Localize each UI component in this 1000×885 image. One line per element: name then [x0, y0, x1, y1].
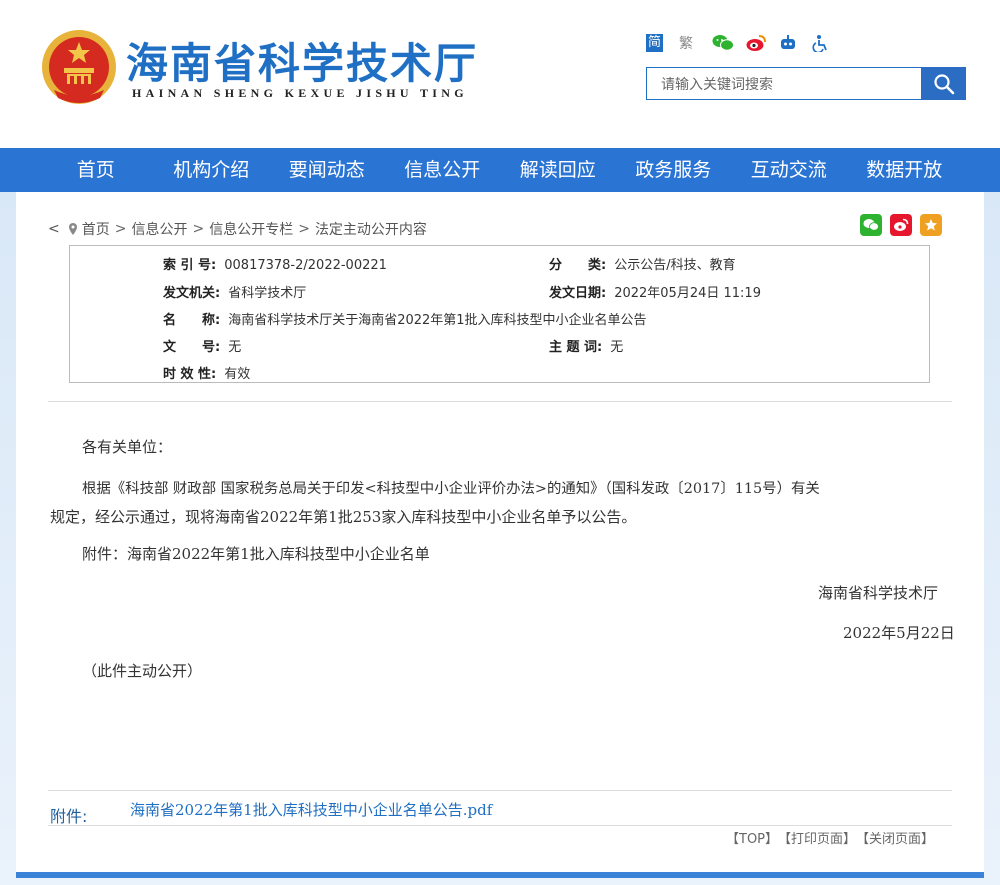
robot-icon[interactable]: [778, 32, 811, 54]
breadcrumb: < 首页 > 信息公开 > 信息公开专栏 > 法定主动公开内容: [48, 219, 427, 239]
nav-item-disclosure[interactable]: 信息公开: [385, 148, 501, 192]
info-validity: 时 效 性: 有效: [163, 367, 251, 382]
breadcrumb-disclosure-column[interactable]: 信息公开专栏: [209, 219, 293, 239]
breadcrumb-disclosure[interactable]: 信息公开: [131, 219, 187, 239]
attachment-link[interactable]: 海南省2022年第1批入库科技型中小企业名单公告.pdf: [130, 799, 492, 820]
article-signer: 海南省科学技术厅: [818, 584, 939, 602]
article-body-line-1: 根据《科技部 财政部 国家税务总局关于印发<科技型中小企业评价办法>的通知》（国…: [82, 481, 820, 497]
weibo-icon[interactable]: [745, 32, 778, 54]
nav-item-home[interactable]: 首页: [38, 148, 154, 192]
info-category: 分 类: 公示公告/科技、教育: [549, 258, 736, 273]
attachment-divider-bottom: [48, 825, 952, 826]
favorite-star-icon[interactable]: [920, 214, 942, 236]
print-link[interactable]: 【打印页面】: [778, 828, 856, 847]
attachment-divider-top: [48, 790, 952, 791]
site-title: 海南省科学技术厅: [126, 39, 479, 88]
info-date: 发文日期: 2022年05月24日 11:19: [549, 286, 761, 301]
nav-item-services[interactable]: 政务服务: [616, 148, 732, 192]
info-docno: 文 号: 无: [163, 340, 242, 355]
share-weibo-icon[interactable]: [890, 214, 912, 236]
article-sign-date: 2022年5月22日: [843, 624, 955, 642]
article-body-line-2: 规定，经公示通过，现将海南省2022年第1批253家入库科技型中小企业名单予以公…: [50, 508, 637, 526]
nav-item-news[interactable]: 要闻动态: [269, 148, 385, 192]
search-button[interactable]: [921, 67, 966, 100]
footer-bar: [16, 872, 984, 878]
search-icon: [933, 73, 954, 94]
info-index: 索 引 号: 00817378-2/2022-00221: [163, 258, 387, 273]
traditional-chinese-button[interactable]: 繁: [679, 32, 712, 54]
article-attachment-note: 附件：海南省2022年第1批入库科技型中小企业名单: [82, 545, 430, 563]
nav-item-open-data[interactable]: 数据开放: [847, 148, 963, 192]
article-salutation: 各有关单位：: [82, 438, 173, 456]
share-wechat-icon[interactable]: [860, 214, 882, 236]
site-header: 海南省科学技术厅 HAINAN SHENG KEXUE JISHU TING 简…: [0, 0, 1000, 148]
tool-icons: 简 繁: [646, 32, 844, 54]
content-divider: [48, 401, 952, 402]
info-issuer: 发文机关: 省科学技术厅: [163, 286, 307, 301]
share-buttons: [860, 214, 942, 236]
document-info-table: 索 引 号: 00817378-2/2022-00221 分 类: 公示公告/科技、…: [69, 245, 930, 383]
accessibility-icon[interactable]: [811, 32, 844, 54]
nav-item-interaction[interactable]: 互动交流: [731, 148, 847, 192]
breadcrumb-current[interactable]: 法定主动公开内容: [315, 219, 427, 239]
back-button[interactable]: <: [48, 221, 60, 237]
search-input[interactable]: 请输入关键词搜索: [646, 67, 922, 100]
nav-item-interpretation[interactable]: 解读回应: [500, 148, 616, 192]
national-emblem-icon: [42, 30, 116, 104]
location-icon: [68, 223, 77, 235]
site-pinyin: HAINAN SHENG KEXUE JISHU TING: [132, 86, 468, 100]
attachment-label: 附件:: [50, 807, 88, 826]
info-subject: 主 题 词: 无: [549, 340, 624, 355]
top-link[interactable]: 【TOP】: [726, 828, 778, 847]
nav-item-about[interactable]: 机构介绍: [154, 148, 270, 192]
wechat-icon[interactable]: [712, 32, 745, 54]
close-link[interactable]: 【关闭页面】: [856, 828, 934, 847]
bottom-links: 【TOP】 【打印页面】 【关闭页面】: [726, 828, 934, 847]
breadcrumb-home[interactable]: 首页: [82, 219, 110, 239]
main-nav: 首页 机构介绍 要闻动态 信息公开 解读回应 政务服务 互动交流 数据开放: [0, 148, 1000, 192]
article-disclosure-note: （此件主动公开）: [82, 662, 203, 680]
simplified-chinese-button[interactable]: 简: [646, 32, 679, 54]
info-name: 名 称: 海南省科学技术厅关于海南省2022年第1批入库科技型中小企业名单公告: [163, 313, 647, 328]
